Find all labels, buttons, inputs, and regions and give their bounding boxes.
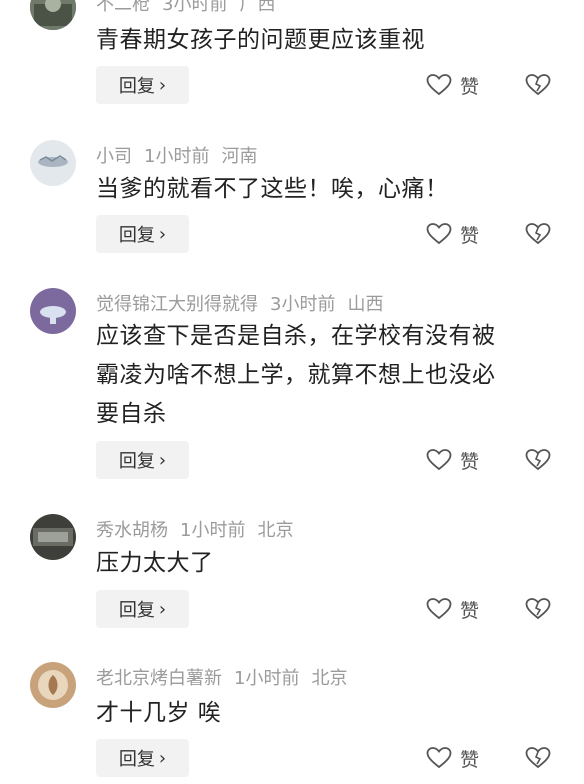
timestamp: 1小时前 bbox=[180, 520, 246, 541]
location: 广西 bbox=[239, 0, 276, 15]
avatar[interactable] bbox=[30, 0, 76, 30]
comment-text: 才十几岁 唉 bbox=[96, 694, 556, 733]
like-button[interactable]: 赞 bbox=[426, 66, 479, 104]
heart-icon bbox=[426, 747, 452, 769]
avatar[interactable] bbox=[30, 140, 76, 186]
chevron-right-icon: › bbox=[158, 747, 167, 769]
dislike-button[interactable] bbox=[525, 66, 551, 104]
broken-heart-icon bbox=[525, 598, 551, 620]
comment-line: 才十几岁 唉 bbox=[96, 700, 222, 726]
broken-heart-icon bbox=[525, 449, 551, 471]
comment-meta: 觉得锦江大别得就得 3小时前 山西 bbox=[96, 290, 395, 316]
comment-text: 当爹的就看不了这些！唉，心痛！ bbox=[96, 170, 556, 209]
comment-line: 霸凌为啥不想上学，就算不想上也没必 bbox=[96, 362, 496, 388]
avatar[interactable] bbox=[30, 662, 76, 708]
location: 山西 bbox=[347, 294, 384, 315]
comment-line: 当爹的就看不了这些！唉，心痛！ bbox=[96, 176, 449, 202]
like-button[interactable]: 赞 bbox=[426, 590, 479, 628]
like-button[interactable]: 赞 bbox=[426, 441, 479, 479]
reply-button[interactable]: 回复 › bbox=[96, 66, 189, 104]
comment-meta: 秀水胡杨 1小时前 北京 bbox=[96, 516, 305, 542]
username[interactable]: 觉得锦江大别得就得 bbox=[96, 294, 258, 315]
comment-text: 应该查下是否是自杀，在学校有没有被 霸凌为啥不想上学，就算不想上也没必 要自杀 bbox=[96, 317, 556, 434]
chevron-right-icon: › bbox=[158, 74, 167, 96]
like-label: 赞 bbox=[460, 599, 480, 622]
like-label: 赞 bbox=[460, 75, 480, 98]
broken-heart-icon bbox=[525, 747, 551, 769]
reply-button[interactable]: 回复 › bbox=[96, 590, 189, 628]
comment-text: 青春期女孩子的问题更应该重视 bbox=[96, 21, 556, 60]
like-button[interactable]: 赞 bbox=[426, 215, 479, 253]
reply-label: 回复 bbox=[118, 749, 155, 770]
location: 河南 bbox=[221, 146, 258, 167]
reply-label: 回复 bbox=[118, 600, 155, 621]
like-label: 赞 bbox=[460, 748, 480, 771]
timestamp: 3小时前 bbox=[270, 294, 336, 315]
comment-meta: 不二枪 3小时前 广西 bbox=[96, 0, 287, 16]
broken-heart-icon bbox=[525, 74, 551, 96]
comment-meta: 小司 1小时前 河南 bbox=[96, 142, 269, 168]
username[interactable]: 秀水胡杨 bbox=[96, 520, 168, 541]
comment-line: 应该查下是否是自杀，在学校有没有被 bbox=[96, 323, 496, 349]
like-label: 赞 bbox=[460, 450, 480, 473]
chevron-right-icon: › bbox=[158, 598, 167, 620]
location: 北京 bbox=[257, 520, 294, 541]
broken-heart-icon bbox=[525, 223, 551, 245]
reply-button[interactable]: 回复 › bbox=[96, 441, 189, 479]
reply-label: 回复 bbox=[118, 76, 155, 97]
heart-icon bbox=[426, 449, 452, 471]
location: 北京 bbox=[311, 668, 348, 689]
dislike-button[interactable] bbox=[525, 739, 551, 777]
heart-icon bbox=[426, 74, 452, 96]
username[interactable]: 老北京烤白薯新 bbox=[96, 668, 222, 689]
chevron-right-icon: › bbox=[158, 449, 167, 471]
timestamp: 1小时前 bbox=[144, 146, 210, 167]
comment-text: 压力太大了 bbox=[96, 544, 556, 583]
username[interactable]: 不二枪 bbox=[96, 0, 150, 15]
reply-label: 回复 bbox=[118, 451, 155, 472]
like-label: 赞 bbox=[460, 224, 480, 247]
dislike-button[interactable] bbox=[525, 215, 551, 253]
comment-meta: 老北京烤白薯新 1小时前 北京 bbox=[96, 664, 359, 690]
heart-icon bbox=[426, 598, 452, 620]
reply-button[interactable]: 回复 › bbox=[96, 739, 189, 777]
avatar[interactable] bbox=[30, 288, 76, 334]
reply-button[interactable]: 回复 › bbox=[96, 215, 189, 253]
comment-line: 压力太大了 bbox=[96, 550, 214, 576]
comment-line: 要自杀 bbox=[96, 401, 167, 427]
chevron-right-icon: › bbox=[158, 223, 167, 245]
username[interactable]: 小司 bbox=[96, 146, 132, 167]
reply-label: 回复 bbox=[118, 225, 155, 246]
timestamp: 1小时前 bbox=[234, 668, 300, 689]
heart-icon bbox=[426, 223, 452, 245]
comment-line: 青春期女孩子的问题更应该重视 bbox=[96, 27, 425, 53]
dislike-button[interactable] bbox=[525, 590, 551, 628]
dislike-button[interactable] bbox=[525, 441, 551, 479]
avatar[interactable] bbox=[30, 514, 76, 560]
timestamp: 3小时前 bbox=[162, 0, 228, 15]
like-button[interactable]: 赞 bbox=[426, 739, 479, 777]
